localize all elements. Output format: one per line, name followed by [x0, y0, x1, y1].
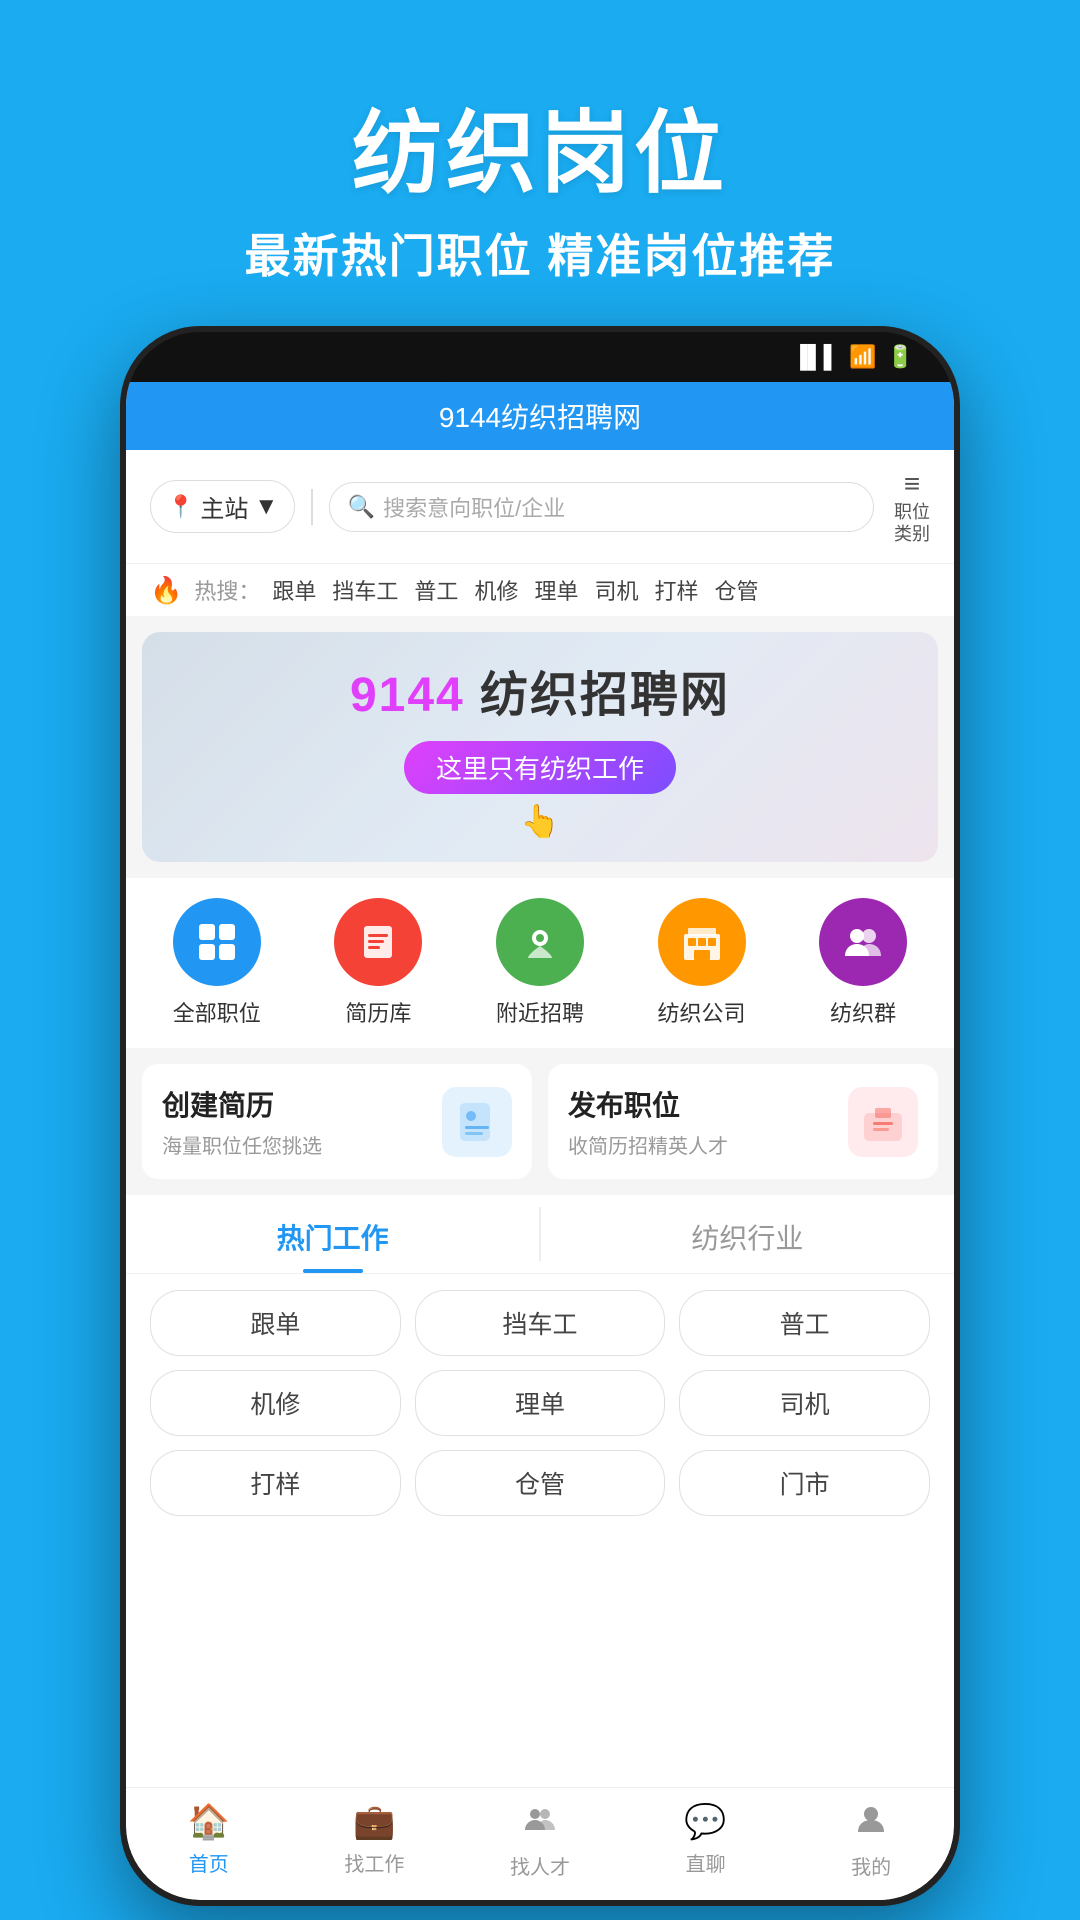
post-job-desc: 收简历招精英人才 — [568, 1130, 728, 1159]
post-job-icon — [848, 1087, 918, 1157]
battery-icon: 🔋 — [887, 344, 914, 370]
nav-label-all-jobs: 全部职位 — [173, 996, 261, 1028]
banner-logo: 9144 纺织招聘网 — [350, 655, 730, 725]
hot-tag-6[interactable]: 打样 — [654, 574, 698, 606]
category-button[interactable]: ≡ 职位类别 — [894, 468, 930, 545]
nav-label-company: 纺织公司 — [658, 996, 746, 1028]
app-header: 9144纺织招聘网 — [126, 382, 954, 450]
job-tag-6[interactable]: 打样 — [150, 1450, 401, 1516]
nav-label-group: 纺织群 — [830, 996, 896, 1028]
search-input-wrap[interactable]: 🔍 搜索意向职位/企业 — [329, 482, 874, 532]
bottom-nav-home[interactable]: 🏠 首页 — [126, 1802, 292, 1880]
fire-icon: 🔥 — [150, 575, 182, 606]
category-label: 职位类别 — [894, 502, 930, 545]
nav-circle-all-jobs — [173, 898, 261, 986]
banner-subtitle: 这里只有纺织工作 — [436, 754, 644, 784]
home-label: 首页 — [189, 1848, 229, 1877]
post-job-card[interactable]: 发布职位 收简历招精英人才 — [548, 1064, 938, 1179]
hot-tag-5[interactable]: 司机 — [594, 574, 638, 606]
nav-label-resume: 简历库 — [345, 996, 411, 1028]
banner[interactable]: 9144 纺织招聘网 这里只有纺织工作 👆 — [142, 632, 938, 862]
location-icon: 📍 — [167, 494, 194, 520]
search-divider — [311, 489, 313, 525]
tab-textile-industry[interactable]: 纺织行业 — [541, 1195, 954, 1273]
nav-item-group[interactable]: 纺织群 — [819, 898, 907, 1028]
job-tag-3[interactable]: 机修 — [150, 1370, 401, 1436]
nav-item-all-jobs[interactable]: 全部职位 — [173, 898, 261, 1028]
post-job-title: 发布职位 — [568, 1084, 728, 1124]
find-talent-label: 找人才 — [510, 1851, 570, 1880]
nav-circle-nearby — [496, 898, 584, 986]
hot-tag-7[interactable]: 仓管 — [715, 574, 759, 606]
phone-screen: 9144纺织招聘网 📍 主站 ▼ 🔍 搜索意向职位/企业 ≡ 职位类别 🔥 热搜… — [126, 382, 954, 1900]
create-resume-text: 创建简历 海量职位任您挑选 — [162, 1084, 322, 1159]
nav-circle-resume — [334, 898, 422, 986]
hot-search-bar: 🔥 热搜： 跟单 挡车工 普工 机修 理单 司机 打样 仓管 — [126, 563, 954, 616]
cursor-icon: 👆 — [350, 802, 730, 840]
status-icons: ▐▌▌ 📶 🔋 — [792, 344, 914, 370]
location-button[interactable]: 📍 主站 ▼ — [150, 480, 295, 533]
job-tag-1[interactable]: 挡车工 — [415, 1290, 666, 1356]
banner-subtitle-wrap: 这里只有纺织工作 — [404, 741, 676, 794]
wifi-icon: 📶 — [849, 344, 876, 370]
post-job-text: 发布职位 收简历招精英人才 — [568, 1084, 728, 1159]
job-tag-7[interactable]: 仓管 — [415, 1450, 666, 1516]
job-tag-2[interactable]: 普工 — [679, 1290, 930, 1356]
find-job-icon: 💼 — [353, 1802, 395, 1842]
hot-tag-2[interactable]: 普工 — [414, 574, 458, 606]
hot-tag-1[interactable]: 挡车工 — [332, 574, 398, 606]
tab-header: 热门工作 纺织行业 — [126, 1195, 954, 1274]
create-resume-title: 创建简历 — [162, 1084, 322, 1124]
nav-item-company[interactable]: 纺织公司 — [658, 898, 746, 1028]
bg-title: 纺织岗位 — [352, 80, 728, 210]
job-tag-4[interactable]: 理单 — [415, 1370, 666, 1436]
nav-item-nearby[interactable]: 附近招聘 — [496, 898, 584, 1028]
hot-tag-3[interactable]: 机修 — [474, 574, 518, 606]
job-tags-grid: 跟单 挡车工 普工 机修 理单 司机 打样 仓管 门市 — [126, 1274, 954, 1532]
mine-label: 我的 — [851, 1851, 891, 1880]
tab-hot-jobs[interactable]: 热门工作 — [126, 1195, 539, 1273]
nav-label-nearby: 附近招聘 — [496, 996, 584, 1028]
notch — [420, 332, 660, 382]
bg-subtitle: 最新热门职位 精准岗位推荐 — [245, 220, 836, 286]
hot-tag-4[interactable]: 理单 — [534, 574, 578, 606]
search-icon: 🔍 — [348, 494, 375, 520]
location-label: 主站 — [200, 489, 248, 524]
create-resume-card[interactable]: 创建简历 海量职位任您挑选 — [142, 1064, 532, 1179]
tab-section: 热门工作 纺织行业 跟单 挡车工 普工 机修 理单 司机 打样 仓管 — [126, 1195, 954, 1787]
hot-tags: 跟单 挡车工 普工 机修 理单 司机 打样 仓管 — [272, 574, 758, 606]
direct-icon: 💬 — [684, 1802, 726, 1842]
bottom-nav-find-job[interactable]: 💼 找工作 — [292, 1802, 458, 1880]
quick-nav: 全部职位 简历库 附近招聘 — [126, 878, 954, 1048]
direct-label: 直聊 — [686, 1848, 726, 1877]
banner-content: 9144 纺织招聘网 这里只有纺织工作 👆 — [350, 655, 730, 840]
category-icon: ≡ — [904, 468, 920, 500]
home-icon: 🏠 — [188, 1802, 230, 1842]
mine-icon — [854, 1802, 888, 1845]
bottom-nav-find-talent[interactable]: 找人才 — [457, 1802, 623, 1880]
search-area: 📍 主站 ▼ 🔍 搜索意向职位/企业 ≡ 职位类别 — [126, 450, 954, 563]
bottom-nav-direct[interactable]: 💬 直聊 — [623, 1802, 789, 1880]
bottom-nav: 🏠 首页 💼 找工作 找人才 💬 直聊 我的 — [126, 1787, 954, 1900]
job-tag-8[interactable]: 门市 — [679, 1450, 930, 1516]
hot-tag-0[interactable]: 跟单 — [272, 574, 316, 606]
nav-circle-group — [819, 898, 907, 986]
signal-icon: ▐▌▌ — [792, 344, 839, 370]
search-placeholder-text: 搜索意向职位/企业 — [383, 491, 565, 523]
nav-item-resume[interactable]: 简历库 — [334, 898, 422, 1028]
bottom-nav-mine[interactable]: 我的 — [788, 1802, 954, 1880]
job-tag-5[interactable]: 司机 — [679, 1370, 930, 1436]
find-talent-icon — [523, 1802, 557, 1845]
nav-circle-company — [658, 898, 746, 986]
create-resume-icon — [442, 1087, 512, 1157]
hot-label: 热搜： — [194, 574, 260, 606]
create-resume-desc: 海量职位任您挑选 — [162, 1130, 322, 1159]
action-cards: 创建简历 海量职位任您挑选 发布职位 收简历招精英人才 — [142, 1064, 938, 1179]
dropdown-arrow: ▼ — [254, 493, 278, 521]
job-tag-0[interactable]: 跟单 — [150, 1290, 401, 1356]
find-job-label: 找工作 — [344, 1848, 404, 1877]
phone-frame: ▐▌▌ 📶 🔋 9144纺织招聘网 📍 主站 ▼ 🔍 搜索意向职位/企业 ≡ 职… — [120, 326, 960, 1906]
